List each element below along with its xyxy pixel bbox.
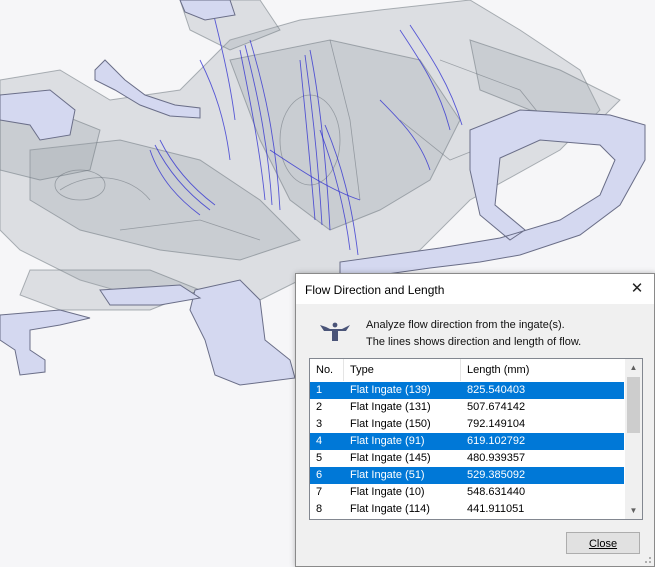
cell-length: 480.939357 — [467, 452, 526, 464]
vertical-scrollbar[interactable]: ▲ ▼ — [625, 359, 642, 519]
dialog-description: Analyze flow direction from the ingate(s… — [366, 317, 581, 351]
cell-length: 619.102792 — [467, 435, 526, 447]
cell-type: Flat Ingate (145) — [350, 452, 431, 464]
flow-direction-icon — [320, 322, 350, 341]
dialog-title: Flow Direction and Length — [305, 283, 445, 297]
description-line-1: Analyze flow direction from the ingate(s… — [366, 319, 565, 331]
cell-no: 6 — [316, 469, 323, 481]
cell-type: Flat Ingate (139) — [350, 384, 431, 396]
resize-grip-icon[interactable] — [642, 554, 652, 564]
cell-no: 4 — [316, 435, 323, 447]
cell-no: 1 — [316, 384, 323, 396]
cell-length: 792.149104 — [467, 418, 526, 430]
close-button[interactable]: Close — [566, 532, 640, 554]
column-header-no[interactable]: No. — [310, 359, 344, 381]
cell-type: Flat Ingate (51) — [350, 469, 425, 481]
ingate-list[interactable]: No. Type Length (mm) 1 Flat Ingate (139) 8… — [309, 358, 643, 520]
cell-no: 3 — [316, 418, 323, 430]
table-row[interactable]: 3 Flat Ingate (150) 792.149104 — [310, 416, 624, 433]
cell-no: 2 — [316, 401, 323, 413]
list-rows: 1 Flat Ingate (139) 825.540403 2 Flat Ingate… — [310, 382, 624, 518]
table-row[interactable]: 8 Flat Ingate (114) 441.911051 — [310, 501, 624, 518]
cell-type: Flat Ingate (10) — [350, 486, 425, 498]
cell-type: Flat Ingate (131) — [350, 401, 431, 413]
column-header-type[interactable]: Type — [344, 359, 461, 381]
list-header: No. Type Length (mm) — [310, 359, 624, 381]
cell-length: 507.674142 — [467, 401, 526, 413]
cell-type: Flat Ingate (114) — [350, 503, 430, 515]
cell-no: 5 — [316, 452, 323, 464]
flow-direction-dialog: Flow Direction and Length ✕ Analyze flow… — [295, 273, 655, 567]
scrollbar-thumb[interactable] — [627, 377, 640, 433]
cell-length: 825.540403 — [467, 384, 526, 396]
table-row[interactable]: 7 Flat Ingate (10) 548.631440 — [310, 484, 624, 501]
table-row[interactable]: 4 Flat Ingate (91) 619.102792 — [310, 433, 624, 450]
column-header-length[interactable]: Length (mm) — [461, 359, 624, 381]
cell-length: 529.385092 — [467, 469, 526, 481]
description-line-2: The lines shows direction and length of … — [366, 336, 582, 348]
dialog-titlebar[interactable]: Flow Direction and Length ✕ — [296, 274, 654, 304]
table-row[interactable]: 6 Flat Ingate (51) 529.385092 — [310, 467, 624, 484]
close-icon[interactable]: ✕ — [620, 274, 654, 304]
scroll-up-icon[interactable]: ▲ — [625, 359, 642, 376]
table-row[interactable]: 1 Flat Ingate (139) 825.540403 — [310, 382, 624, 399]
scroll-down-icon[interactable]: ▼ — [625, 502, 642, 519]
cell-type: Flat Ingate (150) — [350, 418, 431, 430]
cell-no: 8 — [316, 503, 323, 515]
cell-type: Flat Ingate (91) — [350, 435, 425, 447]
cell-length: 441.911051 — [467, 503, 525, 515]
cell-length: 548.631440 — [467, 486, 526, 498]
cell-no: 7 — [316, 486, 323, 498]
table-row[interactable]: 2 Flat Ingate (131) 507.674142 — [310, 399, 624, 416]
table-row[interactable]: 5 Flat Ingate (145) 480.939357 — [310, 450, 624, 467]
